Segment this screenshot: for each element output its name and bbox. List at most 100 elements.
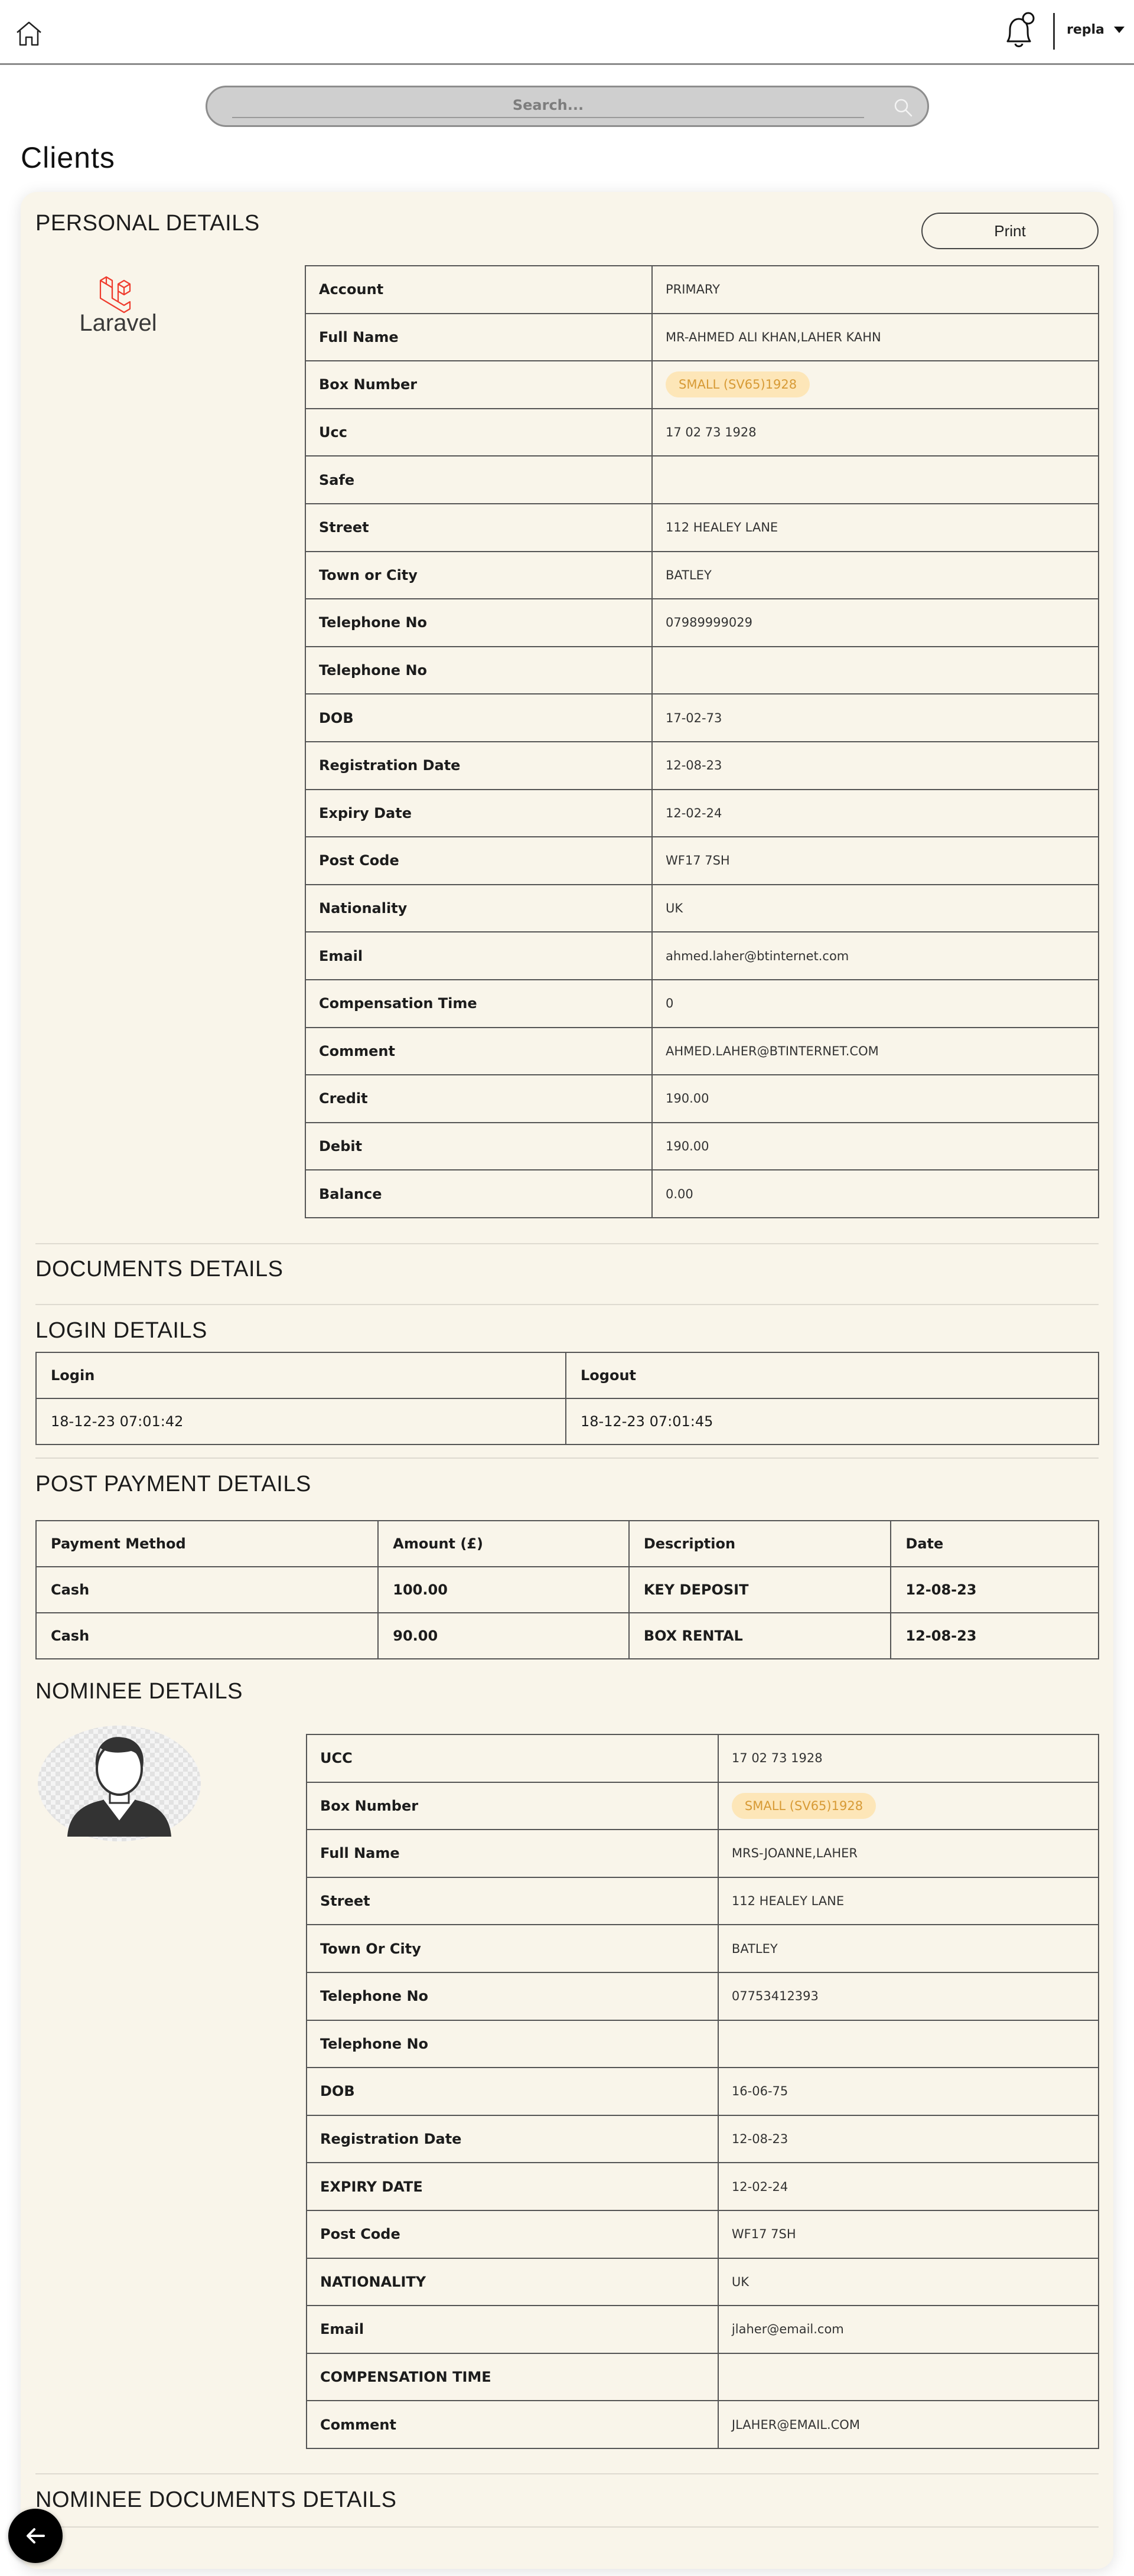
documents-details-title: DOCUMENTS DETAILS [35,1257,284,1282]
field-label: Ucc [305,407,653,457]
search-icon[interactable] [892,96,914,119]
home-icon [17,21,41,46]
table-row: Telephone No 07989999029 [305,598,1099,647]
field-label: Comment [305,1026,653,1076]
divider [35,1457,1099,1459]
box-number-badge: SMALL (SV65)1928 [666,371,810,398]
field-value: BATLEY [717,1924,1100,1973]
field-value: 190.00 [651,1121,1099,1171]
back-button[interactable] [8,2509,63,2563]
table-row: Email jlaher@email.com [306,2305,1100,2354]
field-label: COMPENSATION TIME [306,2352,719,2402]
table-row: Box Number SMALL (SV65)1928 [306,1781,1100,1831]
table-row: Cash 100.00 KEY DEPOSIT 12-08-23 [35,1566,1099,1613]
column-header-date: Date [890,1520,1099,1567]
payment-amount: 90.00 [377,1612,630,1659]
nominee-details-title: NOMINEE DETAILS [35,1679,243,1704]
field-label: Town Or City [306,1924,719,1973]
field-label: Registration Date [305,741,653,790]
table-row: Comment AHMED.LAHER@BTINTERNET.COM [305,1026,1099,1076]
payment-description: KEY DEPOSIT [628,1566,892,1613]
personal-details-table: Account PRIMARY Full Name MR-AHMED ALI KHAN… [305,265,1099,1218]
field-label: Comment [306,2400,719,2449]
user-menu[interactable]: repla [1067,22,1125,37]
table-row: Compensation Time 0 [305,979,1099,1028]
field-label: Town or City [305,550,653,600]
home-button[interactable] [13,18,45,50]
field-value: PRIMARY [651,265,1099,314]
table-row: UCC 17 02 73 1928 [306,1734,1100,1783]
field-value: 12-08-23 [717,2114,1100,2164]
login-time: 18-12-23 07:01:42 [35,1398,566,1445]
field-label: Street [305,503,653,552]
search-bar [206,86,929,127]
field-value: 0 [651,979,1099,1028]
table-row: Cash 90.00 BOX RENTAL 12-08-23 [35,1612,1099,1659]
column-header-description: Description [628,1520,892,1567]
payment-amount: 100.00 [377,1566,630,1613]
nominee-avatar [37,1724,202,1843]
table-row: Ucc 17 02 73 1928 [305,407,1099,457]
field-label: Full Name [305,312,653,362]
field-value [717,2352,1100,2402]
field-label: Post Code [306,2209,719,2259]
field-label: Box Number [306,1781,719,1831]
table-row: DOB 16-06-75 [306,2067,1100,2116]
field-value: 190.00 [651,1074,1099,1123]
table-row: Town Or City BATLEY [306,1924,1100,1973]
table-row: Post Code WF17 7SH [306,2209,1100,2259]
table-row: Street 112 HEALEY LANE [306,1876,1100,1926]
divider [35,2526,1099,2528]
column-header-logout: Logout [565,1352,1099,1399]
table-row: Full Name MR-AHMED ALI KHAN,LAHER KAHN [305,312,1099,362]
column-header-amount: Amount (£) [377,1520,630,1567]
table-row: Street 112 HEALEY LANE [305,503,1099,552]
field-value: 12-02-24 [651,788,1099,838]
print-button[interactable]: Print [921,213,1099,249]
table-row: Full Name MRS-JOANNE,LAHER [306,1829,1100,1878]
logout-time: 18-12-23 07:01:45 [565,1398,1099,1445]
page-title: Clients [21,141,115,174]
table-row: Email ahmed.laher@btinternet.com [305,931,1099,980]
field-value: AHMED.LAHER@BTINTERNET.COM [651,1026,1099,1076]
field-label: EXPIRY DATE [306,2162,719,2211]
payment-date: 12-08-23 [890,1612,1099,1659]
field-value: SMALL (SV65)1928 [717,1781,1100,1831]
field-label: Box Number [305,360,653,409]
payment-method: Cash [35,1612,379,1659]
field-value: 0.00 [651,1169,1099,1218]
laravel-logo-text: Laravel [79,310,157,336]
field-value: 07753412393 [717,1971,1100,2021]
arrow-left-icon [27,2528,45,2544]
notifications-button[interactable] [998,11,1040,53]
search-input[interactable] [232,93,864,118]
field-value [651,645,1099,695]
field-label: Telephone No [305,645,653,695]
table-row: Telephone No [306,2019,1100,2069]
table-row: Post Code WF17 7SH [305,836,1099,885]
payment-date: 12-08-23 [890,1566,1099,1613]
field-label: Account [305,265,653,314]
field-label: Street [306,1876,719,1926]
field-label: Balance [305,1169,653,1218]
topbar-divider [1053,13,1055,50]
table-row: Registration Date 12-08-23 [305,741,1099,790]
field-label: Nationality [305,883,653,933]
field-value: UK [651,883,1099,933]
table-row: Expiry Date 12-02-24 [305,788,1099,838]
field-label: Debit [305,1121,653,1171]
table-row: Town or City BATLEY [305,550,1099,600]
field-value: WF17 7SH [651,836,1099,885]
field-value: BATLEY [651,550,1099,600]
field-value: 112 HEALEY LANE [651,503,1099,552]
field-value: 12-02-24 [717,2162,1100,2211]
field-label: Full Name [306,1829,719,1878]
field-value [717,2019,1100,2069]
field-label: Post Code [305,836,653,885]
post-payment-details-title: POST PAYMENT DETAILS [35,1472,311,1496]
table-row: Balance 0.00 [305,1169,1099,1218]
field-value: WF17 7SH [717,2209,1100,2259]
table-row: Registration Date 12-08-23 [306,2114,1100,2164]
chevron-down-icon [1113,27,1125,33]
nominee-documents-details-title: NOMINEE DOCUMENTS DETAILS [35,2487,397,2512]
